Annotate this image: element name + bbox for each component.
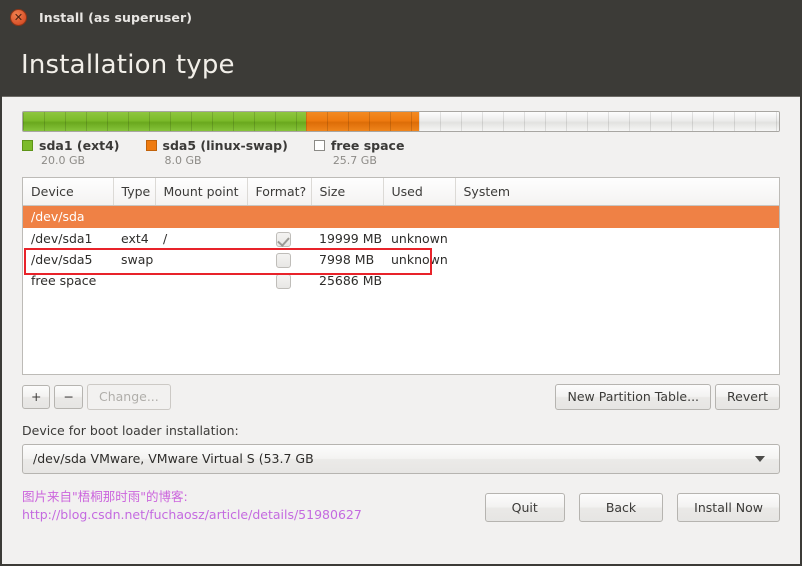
partition-table-panel: Device Type Mount point Format? Size Use… xyxy=(22,177,780,375)
legend-swatch-white xyxy=(313,140,325,151)
table-row[interactable]: /dev/sda1 ext4 / 19999 MB unknown xyxy=(23,228,779,249)
table-header-row: Device Type Mount point Format? Size Use… xyxy=(23,178,779,206)
chevron-down-icon xyxy=(755,455,765,462)
revert-button[interactable]: Revert xyxy=(715,384,780,410)
back-button[interactable]: Back xyxy=(578,492,664,523)
watermark-url: http://blog.csdn.net/fuchaosz/article/de… xyxy=(22,506,362,522)
content-panel: sda1 (ext4) 20.0 GB sda5 (linux-swap) 8.… xyxy=(2,96,800,564)
table-row-disk[interactable]: /dev/sda xyxy=(23,205,779,228)
cell-size: 19999 MB xyxy=(319,231,383,246)
cell-type xyxy=(113,270,155,291)
segment-ticks xyxy=(419,112,779,131)
cell-type: ext4 xyxy=(121,231,149,246)
format-checkbox[interactable] xyxy=(275,273,291,289)
segment-ticks xyxy=(305,112,420,131)
column-header-type[interactable]: Type xyxy=(113,178,156,206)
cell-format xyxy=(247,249,311,270)
watermark-text: 图片来自"梧桐那时雨"的博客: http://blog.csdn.net/fuc… xyxy=(22,488,362,524)
legend-size: 25.7 GB xyxy=(332,154,377,167)
cell-format xyxy=(247,228,311,249)
title-bar: ✕ Install (as superuser) xyxy=(0,0,802,34)
partition-segment-sda5[interactable] xyxy=(305,112,420,131)
segment-ticks xyxy=(23,112,306,131)
legend-label: sda5 (linux-swap) xyxy=(162,138,288,153)
legend-label: free space xyxy=(330,138,405,153)
install-now-button[interactable]: Install Now xyxy=(677,492,780,523)
change-partition-button[interactable]: Change... xyxy=(86,384,171,410)
partition-segment-sda1[interactable] xyxy=(23,112,306,131)
installer-window: ✕ Install (as superuser) Installation ty… xyxy=(0,0,802,566)
cell-type: swap xyxy=(121,252,154,267)
cell-format xyxy=(247,270,311,291)
add-partition-button[interactable]: + xyxy=(22,385,51,409)
close-icon[interactable]: ✕ xyxy=(10,8,27,26)
cell-size: 25686 MB xyxy=(319,273,383,288)
partition-toolbar: + − Change... New Partition Table... Rev… xyxy=(22,384,780,410)
format-checkbox[interactable] xyxy=(275,252,291,268)
cell-device: free space xyxy=(31,273,97,288)
partition-legend: sda1 (ext4) 20.0 GB sda5 (linux-swap) 8.… xyxy=(2,132,800,167)
cell-mount xyxy=(155,249,247,270)
cell-mount xyxy=(155,270,247,291)
column-header-size[interactable]: Size xyxy=(311,178,384,206)
cell-used xyxy=(383,270,455,291)
cell-system xyxy=(455,270,779,291)
legend-item-free: free space 25.7 GB xyxy=(313,138,405,167)
column-header-device[interactable]: Device xyxy=(23,178,114,206)
column-header-used[interactable]: Used xyxy=(383,178,456,206)
bootloader-device-value: /dev/sda VMware, VMware Virtual S (53.7 … xyxy=(33,451,314,467)
bootloader-label: Device for boot loader installation: xyxy=(22,422,239,438)
legend-item-sda5: sda5 (linux-swap) 8.0 GB xyxy=(145,138,288,167)
column-header-mount-point[interactable]: Mount point xyxy=(155,178,248,206)
partition-bar-wrap xyxy=(2,97,800,132)
table-row[interactable]: free space 25686 MB xyxy=(23,270,779,291)
legend-swatch-green xyxy=(22,140,33,151)
cell-system xyxy=(455,249,779,270)
remove-partition-button[interactable]: − xyxy=(54,385,83,409)
partition-table: Device Type Mount point Format? Size Use… xyxy=(23,178,779,291)
cell-device: /dev/sda1 xyxy=(31,231,93,246)
column-header-system[interactable]: System xyxy=(455,178,779,206)
cell-used: unknown xyxy=(391,252,448,267)
partition-bar xyxy=(22,111,780,132)
legend-swatch-orange xyxy=(145,140,157,151)
disk-label: /dev/sda xyxy=(23,205,779,228)
watermark-line-1: 图片来自"梧桐那时雨"的博客: xyxy=(22,488,188,504)
bootloader-device-select[interactable]: /dev/sda VMware, VMware Virtual S (53.7 … xyxy=(22,443,780,474)
table-row[interactable]: /dev/sda5 swap 7998 MB unknown xyxy=(23,249,779,270)
footer-buttons: Quit Back Install Now xyxy=(471,488,780,523)
partition-segment-free[interactable] xyxy=(419,112,779,131)
cell-system xyxy=(455,228,779,249)
page-title: Installation type xyxy=(21,50,235,80)
legend-size: 8.0 GB xyxy=(164,154,202,167)
window-title: Install (as superuser) xyxy=(39,9,193,25)
cell-mount: / xyxy=(163,231,168,246)
footer: 图片来自"梧桐那时雨"的博客: http://blog.csdn.net/fuc… xyxy=(22,488,780,524)
legend-size: 20.0 GB xyxy=(41,154,86,167)
quit-button[interactable]: Quit xyxy=(484,492,565,523)
new-partition-table-button[interactable]: New Partition Table... xyxy=(555,384,712,410)
format-checkbox[interactable] xyxy=(275,231,291,247)
column-header-format[interactable]: Format? xyxy=(247,178,312,206)
cell-size: 7998 MB xyxy=(319,252,375,267)
legend-item-sda1: sda1 (ext4) 20.0 GB xyxy=(22,138,120,167)
cell-device: /dev/sda5 xyxy=(31,252,93,267)
cell-used: unknown xyxy=(391,231,448,246)
legend-label: sda1 (ext4) xyxy=(39,138,120,153)
